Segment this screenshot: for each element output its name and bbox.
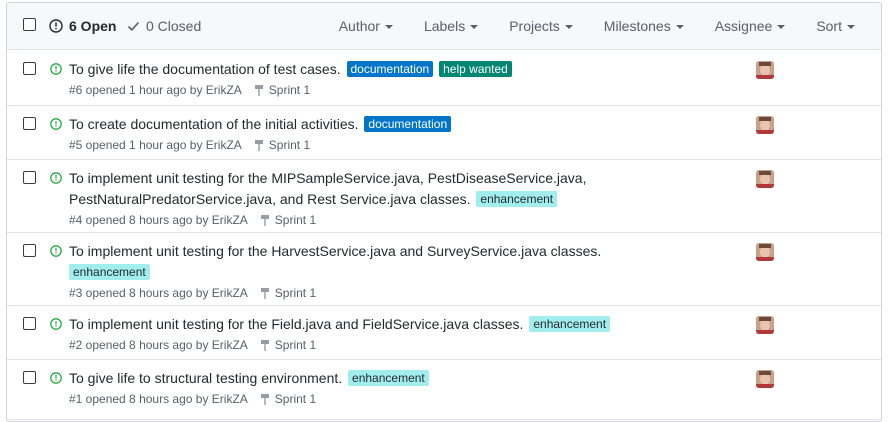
label-documentation[interactable]: documentation [364, 116, 452, 132]
assignee-avatar[interactable] [756, 116, 774, 134]
milestone-link[interactable]: Sprint 1 [254, 137, 310, 153]
issue-checkbox[interactable] [23, 371, 36, 384]
avatar-image [756, 116, 774, 134]
issue-checkbox[interactable] [23, 171, 36, 184]
issue-row: To create documentation of the initial a… [7, 106, 881, 160]
issue-title-link[interactable]: To give life to structural testing envir… [69, 370, 342, 386]
avatar-image [756, 61, 774, 79]
issue-meta: #5 opened 1 hour ago by ErikZA Sprint 1 [69, 137, 311, 153]
issue-opened-icon [50, 372, 62, 384]
label-enhancement[interactable]: enhancement [348, 370, 429, 386]
milestone-link[interactable]: Sprint 1 [260, 391, 316, 407]
assignee-avatar[interactable] [756, 170, 774, 188]
issues-list: 6 Open 0 Closed Author Labels Projects M… [6, 2, 882, 422]
issue-title-link[interactable]: To create documentation of the initial a… [69, 116, 359, 132]
label-enhancement[interactable]: enhancement [529, 316, 611, 332]
caret-down-icon [564, 25, 573, 29]
issue-meta: #2 opened 8 hours ago by ErikZA Sprint 1 [69, 337, 317, 353]
milestone-icon [260, 340, 269, 351]
assignee-avatar[interactable] [756, 243, 774, 261]
milestone-icon [260, 215, 269, 226]
issue-opened-icon [50, 63, 62, 75]
issue-opened-icon [49, 19, 63, 33]
open-count: 6 Open [69, 18, 117, 34]
caret-down-icon [675, 25, 684, 29]
milestone-icon [254, 140, 263, 151]
author-filter[interactable]: Author [339, 18, 393, 34]
issue-row: To implement unit testing for the MIPSam… [7, 160, 881, 233]
assignee-avatar[interactable] [756, 61, 774, 79]
assignee-avatar[interactable] [756, 316, 774, 334]
milestone-icon [254, 85, 263, 96]
label-help-wanted[interactable]: help wanted [439, 61, 512, 77]
milestone-icon [260, 288, 269, 299]
labels-filter[interactable]: Labels [424, 18, 479, 34]
milestone-icon [260, 394, 269, 405]
issues-list-header: 6 Open 0 Closed Author Labels Projects M… [7, 3, 881, 50]
select-all-checkbox[interactable] [23, 18, 36, 31]
issue-meta: #1 opened 8 hours ago by ErikZA Sprint 1 [69, 391, 317, 407]
closed-issues-link[interactable]: 0 Closed [127, 18, 201, 34]
check-icon [127, 21, 140, 31]
issue-opened-icon [50, 172, 62, 184]
label-enhancement[interactable]: enhancement [69, 264, 150, 280]
issue-meta: #4 opened 8 hours ago by ErikZA Sprint 1 [69, 212, 317, 228]
issue-opened-icon [50, 245, 62, 257]
label-documentation[interactable]: documentation [346, 61, 434, 77]
issue-opened-icon [50, 318, 62, 330]
issue-row: To implement unit testing for the Field.… [7, 306, 881, 360]
milestone-link[interactable]: Sprint 1 [260, 212, 316, 228]
issue-checkbox[interactable] [23, 62, 36, 75]
issue-row: To implement unit testing for the Harves… [7, 233, 881, 306]
issue-row: To give life to structural testing envir… [7, 360, 881, 420]
issue-meta: #3 opened 8 hours ago by ErikZA Sprint 1 [69, 285, 317, 301]
assignee-avatar[interactable] [756, 370, 774, 388]
issue-meta: #6 opened 1 hour ago by ErikZA Sprint 1 [69, 82, 311, 98]
caret-down-icon [384, 25, 393, 29]
closed-count: 0 Closed [146, 18, 202, 34]
label-enhancement[interactable]: enhancement [476, 191, 558, 207]
issue-checkbox[interactable] [23, 244, 36, 257]
milestone-link[interactable]: Sprint 1 [260, 285, 316, 301]
open-issues-link[interactable]: 6 Open [49, 18, 116, 34]
milestone-link[interactable]: Sprint 1 [260, 337, 316, 353]
issue-checkbox[interactable] [23, 117, 36, 130]
issue-title-link[interactable]: To give life the documentation of test c… [69, 61, 341, 77]
avatar-image [756, 370, 774, 388]
issue-title-link[interactable]: To implement unit testing for the Harves… [69, 243, 601, 259]
avatar-image [756, 243, 774, 261]
milestone-link[interactable]: Sprint 1 [254, 82, 310, 98]
projects-filter[interactable]: Projects [509, 18, 573, 34]
sort-filter[interactable]: Sort [816, 18, 855, 34]
caret-down-icon [847, 25, 855, 29]
filter-bar: Author Labels Projects Milestones Assign… [339, 18, 881, 34]
avatar-image [756, 170, 774, 188]
issue-title-link[interactable]: To implement unit testing for the Field.… [69, 316, 523, 332]
issue-row: To give life the documentation of test c… [7, 51, 881, 106]
avatar-image [756, 316, 774, 334]
issue-opened-icon [50, 118, 62, 130]
milestones-filter[interactable]: Milestones [604, 18, 684, 34]
caret-down-icon [470, 25, 479, 29]
caret-down-icon [777, 25, 786, 29]
issue-checkbox[interactable] [23, 317, 36, 330]
assignee-filter[interactable]: Assignee [715, 18, 786, 34]
